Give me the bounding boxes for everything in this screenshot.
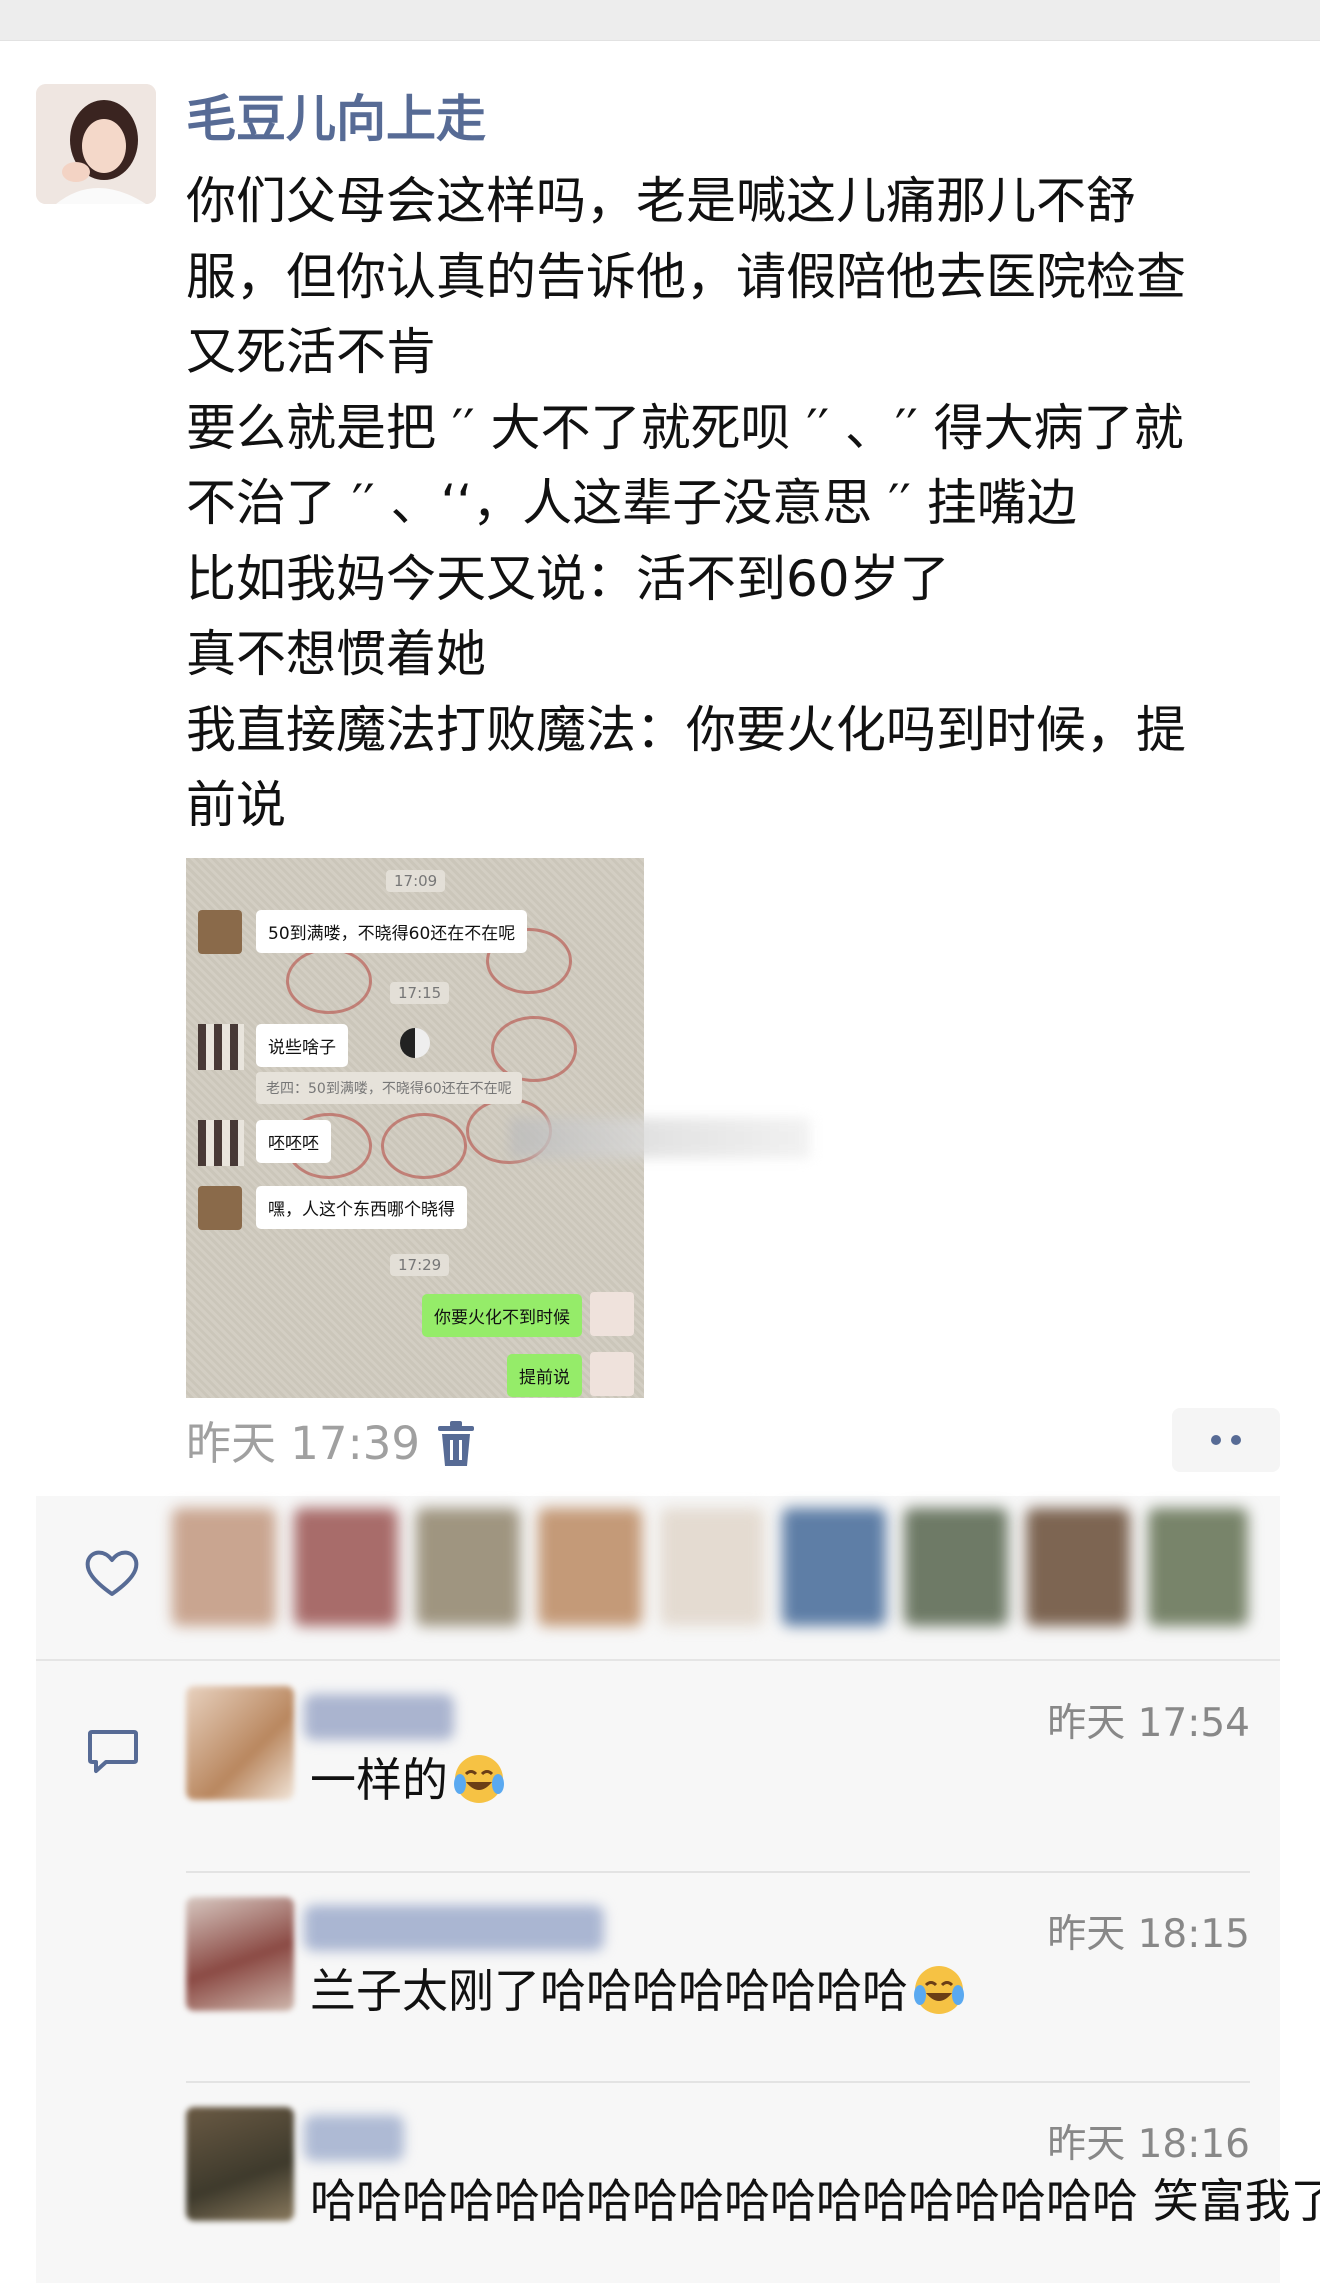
- comment-text-row: 兰子太刚了哈哈哈哈哈哈哈哈: [310, 1959, 966, 2023]
- likes-avatar-row: [172, 1508, 1282, 1626]
- commenter-avatar[interactable]: [186, 1897, 294, 2011]
- yin-yang-icon: [400, 1028, 430, 1058]
- more-dot: [1211, 1435, 1221, 1445]
- post-time: 昨天 17:39: [186, 1417, 420, 1470]
- post-line: 你们父母会这样吗，老是喊这儿痛那儿不舒: [186, 172, 1136, 230]
- post-line: 服，但你认真的告诉他，请假陪他去医院检查: [186, 247, 1186, 306]
- seal-pattern: [286, 948, 372, 1014]
- panel-divider: [36, 1659, 1280, 1661]
- contact-avatar: [198, 910, 242, 954]
- comment-text-row: 一样的: [310, 1748, 506, 1812]
- comment-item[interactable]: 昨天 17:54 一样的: [186, 1686, 1250, 1873]
- post-line: 比如我妈今天又说：活不到60岁了: [186, 549, 950, 608]
- commenter-avatar[interactable]: [186, 1686, 294, 1800]
- pixelated-avatar: [198, 1024, 244, 1070]
- heart-icon: [82, 1548, 142, 1598]
- post-text: 你们父母会这样吗，老是喊这儿痛那儿不舒 服，但你认真的告诉他，请假陪他去医院检查…: [186, 164, 1296, 844]
- comment-text: 兰子太刚了哈哈哈哈哈哈哈哈: [310, 1964, 908, 2018]
- my-avatar: [590, 1352, 634, 1396]
- liker-avatar[interactable]: [416, 1508, 520, 1626]
- seal-pattern: [381, 1113, 467, 1179]
- commenter-name[interactable]: [304, 1694, 454, 1740]
- liker-avatar[interactable]: [1148, 1508, 1248, 1626]
- comment-separator: [186, 2081, 1250, 2083]
- post-line: 要么就是把 ′′ 大不了就死呗 ′′ 、′′ 得大病了就: [186, 398, 1184, 457]
- comment-time: 昨天 18:16: [1047, 2122, 1250, 2167]
- more-icon[interactable]: [1172, 1408, 1280, 1472]
- post-line: 我直接魔法打败魔法：你要火化吗到时候，提: [186, 700, 1186, 759]
- chat-timestamp: 17:09: [386, 870, 446, 892]
- comment-separator: [186, 1871, 1250, 1873]
- liker-avatar[interactable]: [904, 1508, 1008, 1626]
- my-chat-bubble: 提前说: [507, 1354, 582, 1397]
- liker-avatar[interactable]: [538, 1508, 642, 1626]
- chat-timestamp: 17:29: [390, 1254, 450, 1276]
- comment-time: 昨天 17:54: [1047, 1701, 1250, 1746]
- chat-bubble: 呸呸呸: [256, 1120, 331, 1163]
- pixelated-avatar: [198, 1120, 244, 1166]
- more-dot: [1231, 1435, 1241, 1445]
- quoted-message: 老四：50到满喽，不晓得60还在不在呢: [256, 1072, 522, 1104]
- liker-avatar[interactable]: [294, 1508, 398, 1626]
- my-avatar: [590, 1292, 634, 1336]
- liker-avatar[interactable]: [1026, 1508, 1130, 1626]
- commenter-name[interactable]: [304, 2115, 404, 2161]
- chat-bubble: 说些啥子: [256, 1024, 348, 1067]
- post-line: 又死活不肯: [186, 323, 436, 381]
- commenter-avatar[interactable]: [186, 2107, 294, 2221]
- top-bar: [0, 0, 1320, 41]
- chat-bubble: 50到满喽，不晓得60还在不在呢: [256, 910, 528, 953]
- comment-item[interactable]: 昨天 18:16 哈哈哈哈哈哈哈哈哈哈哈哈哈哈哈哈哈哈 笑富我了: [186, 2107, 1320, 2283]
- comment-time: 昨天 18:15: [1047, 1912, 1250, 1957]
- liker-avatar[interactable]: [660, 1508, 764, 1626]
- comment-icon: [86, 1728, 140, 1776]
- laughing-crying-emoji: [914, 1966, 964, 2014]
- contact-avatar: [198, 1186, 242, 1230]
- comment-text: 哈哈哈哈哈哈哈哈哈哈哈哈哈哈哈哈哈哈 笑富我了: [310, 2174, 1320, 2228]
- liker-avatar[interactable]: [172, 1508, 276, 1626]
- comment-item[interactable]: 昨天 18:15 兰子太刚了哈哈哈哈哈哈哈哈: [186, 1897, 1250, 2083]
- laughing-crying-emoji: [454, 1755, 504, 1803]
- blurred-overlay-text: [510, 1118, 810, 1158]
- trash-icon[interactable]: [430, 1418, 482, 1470]
- my-chat-bubble: 你要火化不到时候: [422, 1294, 582, 1337]
- poster-name[interactable]: 毛豆儿向上走: [186, 86, 486, 152]
- poster-avatar[interactable]: [36, 84, 156, 204]
- post-line: 不治了 ′′ 、‘‘，人这辈子没意思 ′′ 挂嘴边: [186, 474, 1077, 532]
- chat-timestamp: 17:15: [390, 982, 450, 1004]
- chat-bubble: 嘿，人这个东西哪个晓得: [256, 1186, 467, 1229]
- post-line: 真不想惯着她: [186, 625, 486, 683]
- liker-avatar[interactable]: [782, 1508, 886, 1626]
- comment-text: 一样的: [310, 1753, 448, 1807]
- commenter-name[interactable]: [304, 1905, 604, 1951]
- post-line: 前说: [186, 776, 286, 834]
